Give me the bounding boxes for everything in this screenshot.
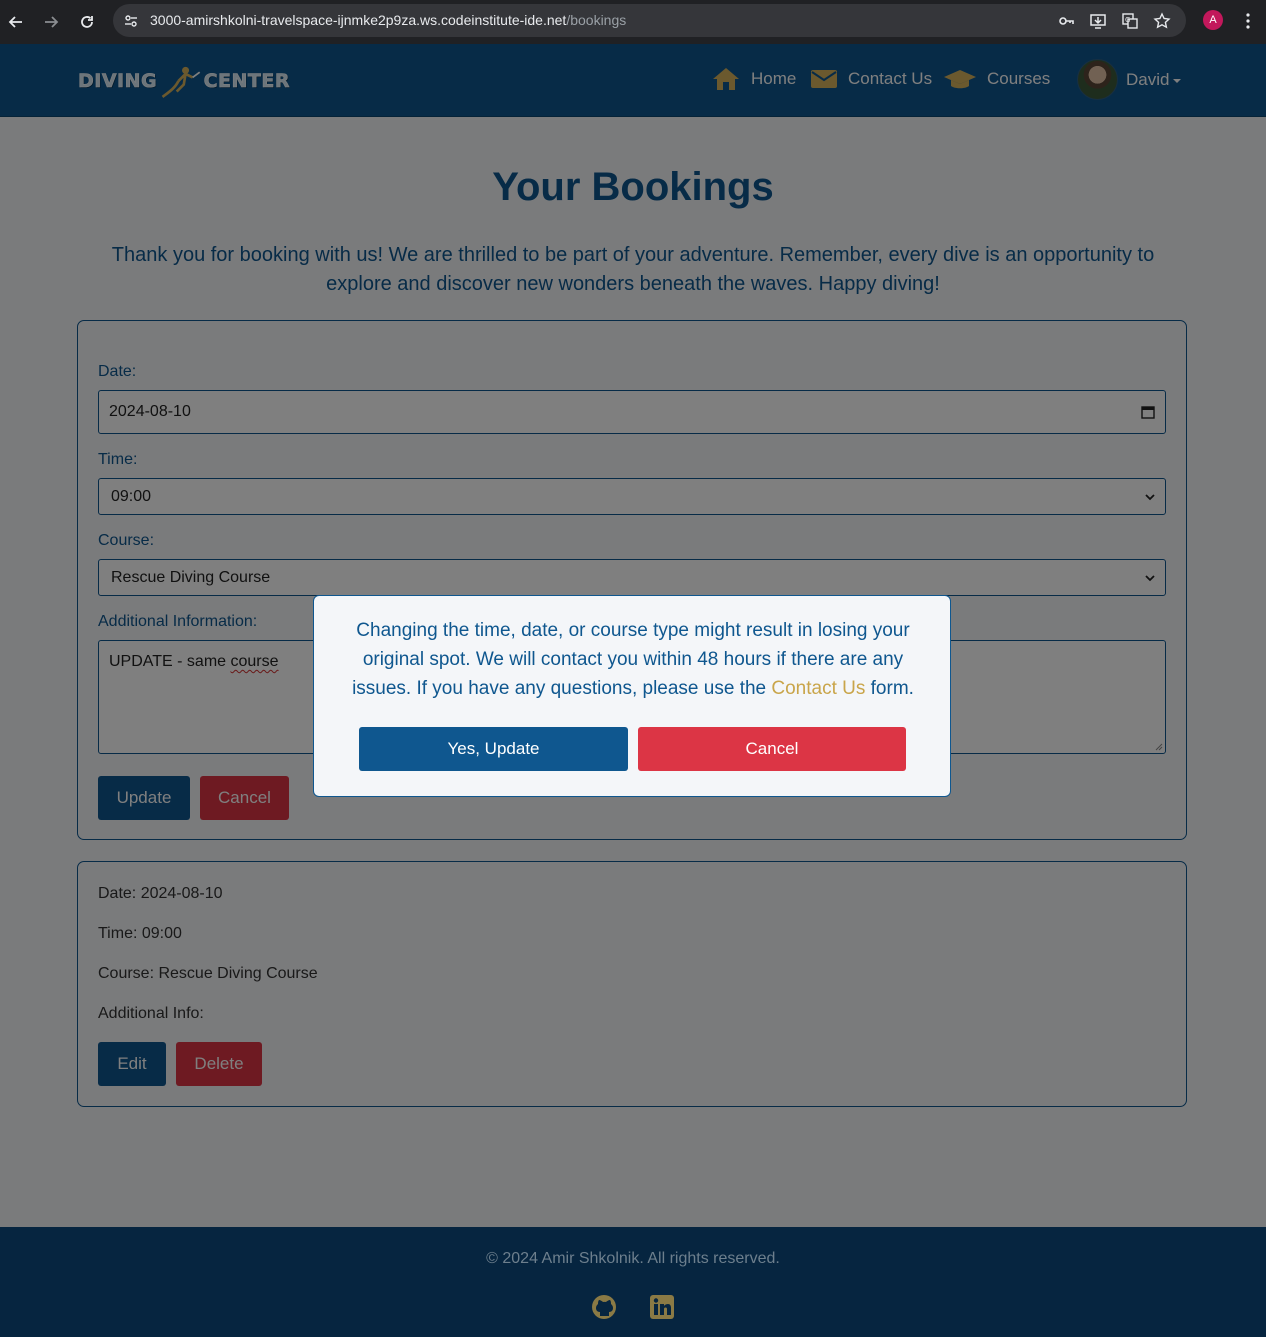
profile-avatar[interactable]: A bbox=[1203, 10, 1223, 30]
install-app-icon[interactable] bbox=[1087, 10, 1109, 32]
key-icon[interactable] bbox=[1055, 10, 1077, 32]
browser-menu-icon[interactable] bbox=[1240, 10, 1256, 32]
modal-cancel-button[interactable]: Cancel bbox=[638, 727, 906, 771]
back-icon[interactable] bbox=[4, 10, 28, 34]
linkedin-icon[interactable] bbox=[648, 1293, 676, 1321]
modal-message: Changing the time, date, or course type … bbox=[352, 620, 914, 699]
address-bar[interactable]: 3000-amirshkolni-travelspace-ijnmke2p9za… bbox=[113, 4, 1186, 37]
confirm-update-modal: Changing the time, date, or course type … bbox=[313, 595, 951, 797]
svg-text:G: G bbox=[1125, 16, 1130, 24]
browser-toolbar: 3000-amirshkolni-travelspace-ijnmke2p9za… bbox=[0, 0, 1266, 44]
url-text: 3000-amirshkolni-travelspace-ijnmke2p9za… bbox=[150, 12, 627, 28]
github-icon[interactable] bbox=[590, 1293, 618, 1321]
bookmark-star-icon[interactable] bbox=[1151, 10, 1173, 32]
translate-icon[interactable]: G bbox=[1119, 10, 1141, 32]
copyright-text: © 2024 Amir Shkolnik. All rights reserve… bbox=[486, 1250, 780, 1267]
site-footer: © 2024 Amir Shkolnik. All rights reserve… bbox=[0, 1227, 1266, 1337]
site-info-icon[interactable] bbox=[121, 11, 141, 31]
confirm-update-button[interactable]: Yes, Update bbox=[359, 727, 628, 771]
contact-us-link[interactable]: Contact Us bbox=[771, 678, 865, 699]
forward-icon[interactable] bbox=[39, 10, 63, 34]
reload-icon[interactable] bbox=[75, 10, 99, 34]
